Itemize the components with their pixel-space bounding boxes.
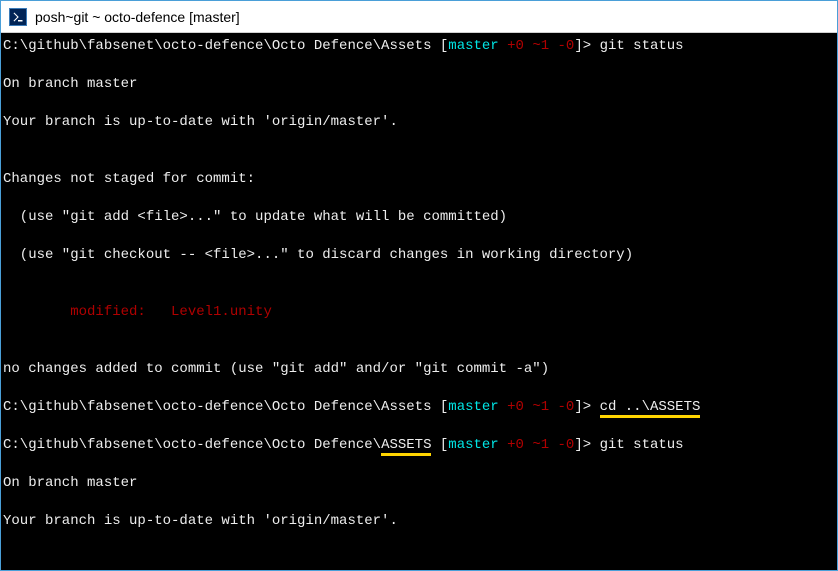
output-line: Changes not staged for commit:	[3, 170, 835, 189]
output-line: On branch master	[3, 474, 835, 493]
window-frame: posh~git ~ octo-defence [master] C:\gith…	[0, 0, 838, 571]
prompt-path-prefix: C:\github\fabsenet\octo-defence\Octo Def…	[3, 437, 381, 453]
window-title: posh~git ~ octo-defence [master]	[35, 9, 240, 25]
git-status-indicator: +0 ~1 -0	[507, 437, 574, 453]
branch-name: master	[448, 38, 498, 54]
git-status-indicator: +0 ~1 -0	[507, 38, 574, 54]
command-text: git status	[600, 38, 684, 54]
output-line: no changes added to commit (use "git add…	[3, 360, 835, 379]
branch-name: master	[448, 399, 498, 415]
command-text: git status	[600, 437, 684, 453]
output-line: (use "git checkout -- <file>..." to disc…	[3, 246, 835, 265]
command-text-highlighted: cd ..\ASSETS	[600, 399, 701, 418]
output-line: (use "git add <file>..." to update what …	[3, 208, 835, 227]
modified-file: modified: Level1.unity	[3, 303, 835, 322]
output-line: Changes not staged for commit:	[3, 569, 835, 570]
title-bar[interactable]: posh~git ~ octo-defence [master]	[1, 1, 837, 33]
powershell-icon	[9, 8, 27, 26]
prompt-path-assets-highlighted: ASSETS	[381, 437, 431, 456]
prompt-path: C:\github\fabsenet\octo-defence\Octo Def…	[3, 38, 431, 54]
prompt-path: C:\github\fabsenet\octo-defence\Octo Def…	[3, 399, 431, 415]
branch-name: master	[448, 437, 498, 453]
terminal-output[interactable]: C:\github\fabsenet\octo-defence\Octo Def…	[1, 33, 837, 570]
output-line: Your branch is up-to-date with 'origin/m…	[3, 113, 835, 132]
git-status-indicator: +0 ~1 -0	[507, 399, 574, 415]
output-line: Your branch is up-to-date with 'origin/m…	[3, 512, 835, 531]
output-line: On branch master	[3, 75, 835, 94]
